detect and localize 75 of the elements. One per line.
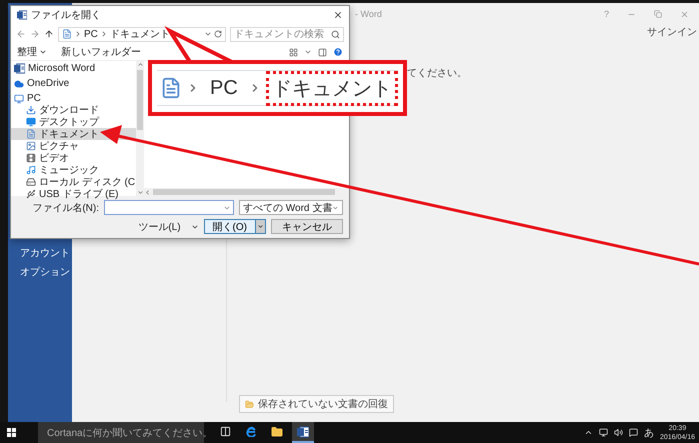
preview-pane-icon[interactable] bbox=[318, 48, 327, 56]
search-field[interactable]: ドキュメントの検索 bbox=[230, 26, 344, 42]
message-icon[interactable] bbox=[628, 428, 638, 437]
drive-icon bbox=[26, 177, 36, 187]
nav-tree-item[interactable]: OneDrive bbox=[11, 78, 72, 89]
forward-icon[interactable] bbox=[30, 29, 40, 39]
close-icon[interactable] bbox=[333, 10, 343, 20]
refresh-icon[interactable] bbox=[214, 30, 222, 38]
nav-tree-item[interactable]: PC bbox=[11, 93, 43, 104]
search-icon bbox=[331, 30, 340, 38]
caret-icon[interactable] bbox=[304, 48, 312, 56]
caret-icon bbox=[257, 223, 264, 230]
sidebar-item[interactable]: アカウント bbox=[20, 246, 72, 260]
sidebar-item[interactable]: オプション bbox=[20, 265, 72, 279]
nav-tree-item[interactable]: ピクチャ bbox=[11, 140, 81, 152]
open-dropdown[interactable] bbox=[255, 220, 265, 233]
file-name-field[interactable] bbox=[104, 200, 234, 215]
folder-icon bbox=[245, 400, 254, 408]
new-folder-button[interactable]: 新しいフォルダー bbox=[61, 45, 141, 59]
music-icon bbox=[26, 165, 36, 175]
nav-tree-item[interactable]: USB ドライブ (E) bbox=[11, 188, 120, 200]
dropdown-icon[interactable] bbox=[204, 30, 212, 38]
taskbar-app[interactable] bbox=[292, 422, 314, 443]
desktop-icon bbox=[26, 117, 36, 127]
chevron-down-icon[interactable] bbox=[136, 189, 144, 196]
nav-tree-item[interactable]: ダウンロード bbox=[11, 104, 101, 116]
breadcrumb-item: PC bbox=[209, 76, 239, 100]
sign-in-link[interactable]: サインイン bbox=[647, 25, 697, 39]
nav-tree-item[interactable]: ミュージック bbox=[11, 164, 101, 176]
document-icon bbox=[62, 29, 72, 39]
breadcrumb-item[interactable]: PC bbox=[84, 28, 98, 40]
word-app-icon bbox=[297, 426, 309, 438]
start-icon[interactable] bbox=[7, 428, 16, 437]
back-icon[interactable] bbox=[16, 29, 26, 39]
volume-icon[interactable] bbox=[614, 428, 623, 437]
monitor-icon bbox=[14, 94, 24, 104]
cloud-icon bbox=[14, 78, 24, 88]
task-view-icon[interactable] bbox=[220, 426, 230, 437]
picture-icon bbox=[26, 141, 36, 151]
search-field[interactable]: Cortanaに何か聞いてみてください。 bbox=[38, 422, 204, 443]
tools-button[interactable]: ツール(L) bbox=[138, 220, 199, 234]
document-icon bbox=[160, 77, 182, 99]
breadcrumb-item: ドキュメント bbox=[266, 70, 398, 106]
network-icon[interactable] bbox=[598, 428, 608, 437]
chevron-left-icon[interactable] bbox=[144, 188, 151, 196]
film-icon bbox=[26, 153, 36, 163]
usb-icon bbox=[26, 189, 36, 199]
document-icon bbox=[26, 129, 36, 139]
breadcrumb-item[interactable]: ドキュメント bbox=[110, 27, 170, 41]
nav-tree-item[interactable]: デスクトップ bbox=[11, 116, 101, 128]
vertical-scrollbar[interactable] bbox=[136, 61, 144, 196]
recover-button[interactable]: 保存されていない文書の回復 bbox=[239, 395, 394, 413]
cancel-button[interactable]: キャンセル bbox=[271, 219, 343, 234]
nav-tree-item[interactable]: ローカル ディスク (C bbox=[11, 176, 138, 188]
browser-e-icon[interactable] bbox=[246, 426, 256, 437]
organize-button[interactable]: 整理 bbox=[17, 45, 47, 59]
up-icon[interactable] bbox=[44, 29, 54, 39]
window-title: - Word bbox=[355, 9, 382, 19]
horizontal-scrollbar[interactable] bbox=[144, 188, 349, 196]
caret-icon bbox=[39, 48, 47, 56]
dialog-title: ファイルを開く bbox=[31, 9, 101, 22]
message-text: てください。 bbox=[407, 67, 467, 80]
help-icon[interactable] bbox=[333, 47, 343, 57]
view-icon[interactable] bbox=[289, 48, 298, 56]
chevron-icon bbox=[74, 30, 82, 38]
address-bar[interactable]: PC ドキュメント bbox=[58, 26, 226, 42]
nav-tree-item[interactable]: ビデオ bbox=[11, 152, 71, 164]
word-icon bbox=[17, 10, 27, 20]
folder-icon[interactable] bbox=[271, 426, 283, 438]
nav-tree-item[interactable]: Microsoft Word bbox=[11, 63, 98, 74]
file-name-label: ファイル名(N): bbox=[32, 202, 99, 214]
ime-indicator[interactable]: あ bbox=[644, 426, 654, 440]
download-icon bbox=[26, 105, 36, 115]
chevron-up-icon[interactable] bbox=[584, 428, 593, 437]
file-type-select[interactable]: すべての Word 文書 bbox=[239, 200, 343, 215]
